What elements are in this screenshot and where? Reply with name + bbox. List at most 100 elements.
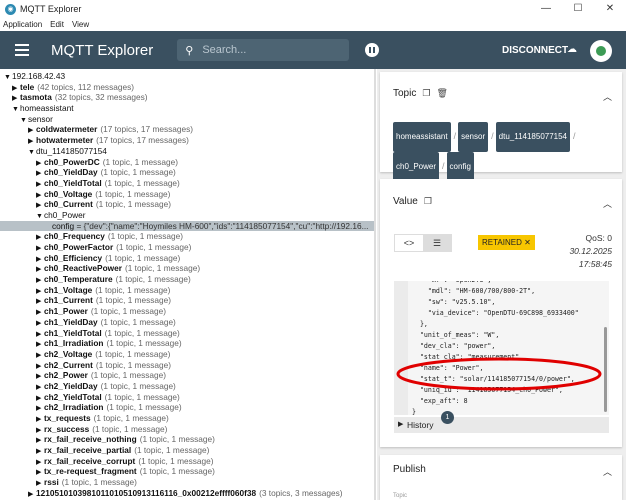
history-label: History — [407, 420, 434, 430]
tree-node-meta: (1 topic, 1 message) — [116, 242, 192, 252]
tree-row[interactable]: ▶ hotwatermeter (17 topics, 17 messages) — [0, 135, 374, 146]
maximize-button[interactable]: ☐ — [562, 0, 594, 18]
tree-row[interactable]: ▶ rx_fail_receive_partial (1 topic, 1 mess… — [0, 445, 374, 456]
tree-row[interactable]: ▶ ch2_YieldDay (1 topic, 1 message) — [0, 381, 374, 392]
tree-node-name: hotwatermeter — [36, 135, 94, 146]
tree-node-name: rx_fail_receive_partial — [44, 445, 132, 456]
tree-node-name: rx_success — [44, 423, 90, 434]
tree-row[interactable]: ▶ ch0_Voltage (1 topic, 1 message) — [0, 189, 374, 200]
tree-node-name: ch0_Temperature — [44, 274, 113, 285]
disconnect-button[interactable]: DISCONNECT — [502, 45, 568, 56]
topic-chip[interactable]: dtu_114185077154 — [495, 122, 571, 152]
history-expander[interactable]: ▶ History 1 — [394, 411, 609, 433]
tree-node-meta: (1 topic, 1 message) — [61, 477, 137, 488]
chevron-up-icon[interactable]: ︿ — [603, 465, 612, 478]
tree-row[interactable]: ▶ rssi (1 topic, 1 message) — [0, 477, 374, 488]
tree-row[interactable]: ▶ ch0_PowerDC (1 topic, 1 message) — [0, 157, 374, 168]
avatar[interactable] — [590, 40, 612, 62]
tree-node-meta: (32 topics, 32 messages) — [54, 92, 148, 103]
menu-application[interactable]: Application — [3, 20, 42, 29]
tree-row[interactable]: ▶ tx_requests (1 topic, 1 message) — [0, 413, 374, 424]
value-editor[interactable]: "mf": "OpenDTU", "mdl": "HM-600/700/800-… — [394, 281, 609, 415]
topic-breadcrumb: homeassistant / sensor / dtu_114185077154/ch… — [393, 122, 613, 182]
details-panel: Topic ❐ 🗑 ︿ homeassistant / sensor / dtu_114… — [377, 69, 626, 500]
copy-icon[interactable]: ❐ — [424, 196, 432, 207]
tree-row[interactable]: ▶ ch2_Irradiation (1 topic, 1 message) — [0, 402, 374, 413]
tree-row[interactable]: ▶ ch0_ReactivePower (1 topic, 1 message) — [0, 263, 374, 274]
topic-card: Topic ❐ 🗑 ︿ homeassistant / sensor / dtu_114… — [380, 72, 622, 182]
tree-row[interactable]: ▶ ch0_Frequency (1 topic, 1 message) — [0, 231, 374, 242]
tree-row[interactable]: ▼sensor — [0, 114, 374, 125]
tree-node-meta: (1 topic, 1 message) — [104, 327, 180, 338]
tree-node-meta: (1 topic, 1 message) — [95, 188, 171, 199]
tree-row[interactable]: ▶ coldwatermeter (17 topics, 17 messages) — [0, 124, 374, 135]
tree-row[interactable]: ▼homeassistant — [0, 103, 374, 114]
tree-node-meta: (1 topic, 1 message) — [104, 391, 180, 402]
tree-row[interactable]: ▶ rx_success (1 topic, 1 message) — [0, 424, 374, 435]
tree-node-name: rx_fail_receive_nothing — [44, 434, 137, 445]
tree-row[interactable]: ▶ ch2_Power (1 topic, 1 message) — [0, 370, 374, 381]
tree-row[interactable]: ▼192.168.42.43 — [0, 71, 374, 82]
publish-title: Publish — [393, 464, 426, 475]
close-button[interactable]: ✕ — [594, 0, 626, 18]
tree-row[interactable]: ▶ rx_fail_receive_corrupt (1 topic, 1 mess… — [0, 456, 374, 467]
tree-node-meta: (1 topic, 1 message) — [95, 199, 172, 210]
tree-row[interactable]: ▶ ch0_YieldTotal (1 topic, 1 message) — [0, 178, 374, 189]
tree-row[interactable]: ▶ tx_re-request_fragment (1 topic, 1 messa… — [0, 466, 374, 477]
topic-chip[interactable]: ch0_Power — [393, 152, 440, 182]
tree-row-selected[interactable]: config = {"dev":{"name":"Hoymiles HM-600… — [0, 220, 374, 232]
tree-row[interactable]: ▶ ch2_Current (1 topic, 1 message) — [0, 360, 374, 371]
cloud-off-icon[interactable]: ☁ — [567, 44, 577, 55]
copy-icon[interactable]: ❐ — [422, 88, 430, 99]
tree-node-name: 1210510103981011010510913116116_0x00212e… — [36, 487, 257, 498]
tree-row[interactable]: ▼dtu_114185077154 — [0, 146, 374, 157]
app-bar: MQTT Explorer ⚲ Search... DISCONNECT ☁ — [0, 31, 626, 69]
topic-chip[interactable]: sensor — [458, 122, 489, 152]
tree-row[interactable]: ▶ ch2_YieldTotal (1 topic, 1 message) — [0, 392, 374, 403]
tree-node-meta: (1 topic, 1 message) — [102, 156, 178, 167]
tree-row[interactable]: ▶ tasmota (32 topics, 32 messages) — [0, 92, 374, 103]
menu-icon[interactable] — [15, 44, 29, 56]
app-title: MQTT Explorer — [51, 41, 154, 59]
tree-row[interactable]: ▶ ch0_YieldDay (1 topic, 1 message) — [0, 167, 374, 178]
tree-row[interactable]: ▶ ch0_Temperature (1 topic, 1 message) — [0, 274, 374, 285]
tree-row[interactable]: ▶ rx_fail_receive_nothing (1 topic, 1 mess… — [0, 434, 374, 445]
tree-row[interactable]: ▶ ch0_Current (1 topic, 1 message) — [0, 199, 374, 210]
minimize-button[interactable]: — — [530, 0, 562, 18]
tree-node-name: ch1_Voltage — [44, 284, 93, 295]
tree-row[interactable]: ▶ ch1_Current (1 topic, 1 message) — [0, 295, 374, 306]
tree-row[interactable]: ▶ ch1_YieldDay (1 topic, 1 message) — [0, 317, 374, 328]
delete-icon[interactable]: 🗑 — [436, 88, 447, 99]
pause-icon[interactable] — [365, 43, 380, 57]
tree-node-name: rssi — [44, 477, 59, 488]
tree-row[interactable]: ▶ 1210510103981011010510913116116_0x00212… — [0, 488, 374, 499]
code-view-icon[interactable]: <> — [395, 235, 423, 251]
topic-chip[interactable]: homeassistant — [393, 122, 451, 152]
chevron-up-icon[interactable]: ︿ — [603, 197, 612, 210]
search-input[interactable]: ⚲ Search... — [177, 39, 350, 61]
tree-node-meta: (1 topic, 1 message) — [139, 466, 215, 477]
raw-view-icon[interactable]: ☰ — [423, 235, 451, 251]
tree-row[interactable]: ▶ tele (42 topics, 112 messages) — [0, 82, 374, 93]
tree-row[interactable]: ▶ ch1_Voltage (1 topic, 1 message) — [0, 285, 374, 296]
qos-label: QoS: 0 — [585, 233, 612, 243]
tree-node-meta: (1 topic, 1 message) — [95, 348, 171, 359]
tree-row[interactable]: ▶ ch0_PowerFactor (1 topic, 1 message) — [0, 242, 374, 253]
tree-row[interactable]: ▶ ch1_Power (1 topic, 1 message) — [0, 306, 374, 317]
menu-view[interactable]: View — [72, 20, 89, 29]
window-controls: — ☐ ✕ — [530, 0, 626, 18]
chevron-up-icon[interactable]: ︿ — [603, 90, 612, 103]
tree-node-name: ch0_YieldTotal — [44, 177, 102, 188]
topic-chip[interactable]: config — [446, 152, 474, 182]
close-icon[interactable]: ✕ — [524, 238, 531, 247]
message-date: 30.12.2025 — [569, 246, 612, 256]
menu-edit[interactable]: Edit — [50, 20, 64, 29]
tree-row[interactable]: ▶ ch1_Irradiation (1 topic, 1 message) — [0, 338, 374, 349]
tree-row[interactable]: ▼ch0_Power — [0, 210, 374, 221]
retained-badge[interactable]: RETAINED ✕ — [478, 235, 535, 250]
tree-row[interactable]: ▶ ch2_Voltage (1 topic, 1 message) — [0, 349, 374, 360]
panel-divider[interactable] — [374, 69, 376, 500]
message-time: 17:58:45 — [578, 259, 612, 269]
tree-row[interactable]: ▶ ch1_YieldTotal (1 topic, 1 message) — [0, 328, 374, 339]
tree-row[interactable]: ▶ ch0_Efficiency (1 topic, 1 message) — [0, 253, 374, 264]
